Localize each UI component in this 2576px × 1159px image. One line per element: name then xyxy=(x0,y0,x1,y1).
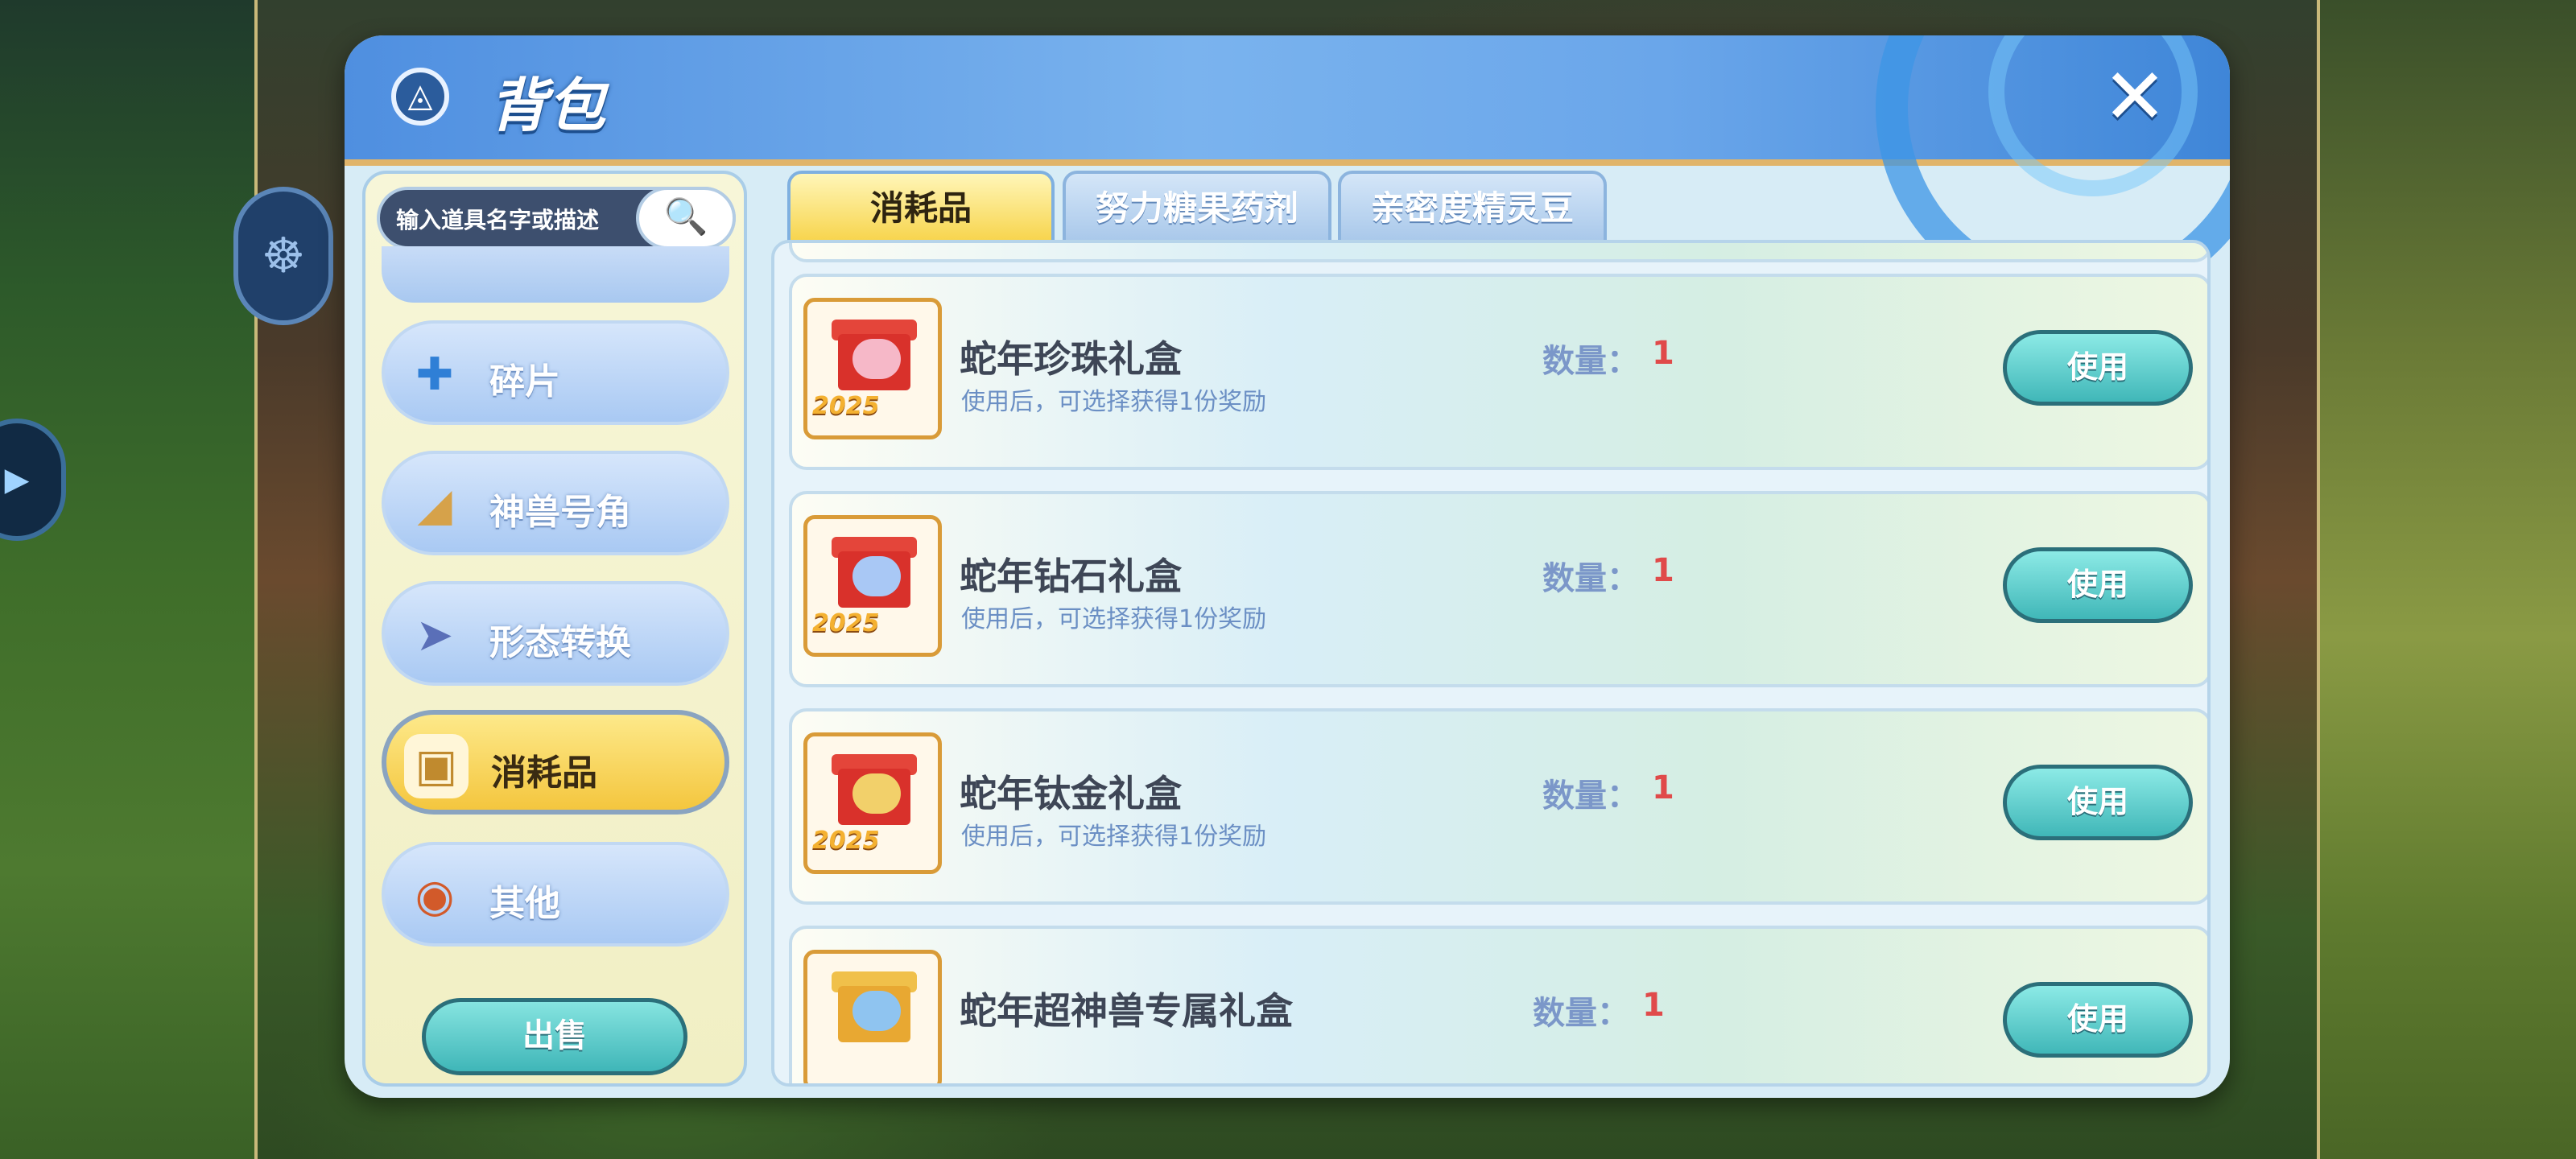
item-card: 2025 蛇年珍珠礼盒 使用后，可选择获得1份奖励 数量： 1 使用 xyxy=(789,274,2207,470)
quantity-value: 1 xyxy=(1652,335,1674,372)
window-header: ◬ 背包 ✕ xyxy=(345,35,2230,309)
category-item-consumables[interactable]: ▣ 消耗品 xyxy=(382,710,729,815)
bag-icon: ◬ xyxy=(391,68,449,126)
sell-button[interactable]: 出售 xyxy=(422,998,687,1075)
category-label: 消耗品 xyxy=(491,753,597,794)
category-item-transform[interactable]: ➤ 形态转换 xyxy=(382,581,729,686)
category-sidebar: 🔍 ✚ 碎片 ◢ 神兽号角 ➤ 形态转换 ▣ 消耗品 ◉ 其他 xyxy=(362,171,747,1087)
use-button[interactable]: 使用 xyxy=(2003,765,2193,840)
item-year-label: 2025 xyxy=(812,609,880,637)
category-item-partial[interactable] xyxy=(382,246,729,303)
category-label: 形态转换 xyxy=(489,622,631,663)
tab-affinity-beans[interactable]: 亲密度精灵豆 xyxy=(1338,171,1607,245)
item-name: 蛇年超神兽专属礼盒 xyxy=(960,989,1293,1033)
category-item-other[interactable]: ◉ 其他 xyxy=(382,842,729,947)
close-button[interactable]: ✕ xyxy=(2098,58,2172,135)
gift-box-icon: 2025 xyxy=(803,515,942,657)
item-name: 蛇年钻石礼盒 xyxy=(960,555,1182,598)
item-name: 蛇年珍珠礼盒 xyxy=(960,337,1182,381)
search-box: 🔍 xyxy=(377,187,736,250)
search-button[interactable]: 🔍 xyxy=(636,187,736,250)
background-right xyxy=(2318,0,2576,1159)
gift-box-icon xyxy=(803,950,942,1083)
gift-box-icon: 2025 xyxy=(803,732,942,874)
quantity-label: 数量： xyxy=(1542,560,1639,597)
item-year-label: 2025 xyxy=(812,827,880,855)
item-card-partial xyxy=(789,243,2207,262)
megaphone-icon: ◉ xyxy=(415,870,455,922)
use-button[interactable]: 使用 xyxy=(2003,982,2193,1058)
item-description: 使用后，可选择获得1份奖励 xyxy=(961,823,1267,851)
search-input[interactable] xyxy=(394,196,639,243)
search-icon: 🔍 xyxy=(663,196,708,237)
category-label: 神兽号角 xyxy=(489,492,631,533)
quantity-label: 数量： xyxy=(1542,777,1639,815)
box-icon: ▣ xyxy=(404,734,469,798)
divider xyxy=(254,0,258,1159)
category-item-fragments[interactable]: ✚ 碎片 xyxy=(382,320,729,425)
quantity-value: 1 xyxy=(1642,987,1665,1024)
use-button[interactable]: 使用 xyxy=(2003,330,2193,406)
quantity-value: 1 xyxy=(1652,769,1674,806)
horn-icon: ◢ xyxy=(417,479,452,531)
quantity-label: 数量： xyxy=(1542,343,1639,380)
tab-consumables[interactable]: 消耗品 xyxy=(787,171,1055,245)
window-title: 背包 xyxy=(489,72,606,139)
category-item-horn[interactable]: ◢ 神兽号角 xyxy=(382,451,729,555)
item-card: 2025 蛇年钛金礼盒 使用后，可选择获得1份奖励 数量： 1 使用 xyxy=(789,708,2207,905)
item-list[interactable]: 2025 蛇年珍珠礼盒 使用后，可选择获得1份奖励 数量： 1 使用 2025 … xyxy=(771,240,2211,1087)
puzzle-icon: ✚ xyxy=(415,349,454,401)
item-name: 蛇年钛金礼盒 xyxy=(960,772,1182,815)
item-description: 使用后，可选择获得1份奖励 xyxy=(961,605,1267,633)
gift-box-icon: 2025 xyxy=(803,298,942,439)
item-card: 2025 蛇年钻石礼盒 使用后，可选择获得1份奖励 数量： 1 使用 xyxy=(789,491,2207,687)
quantity-value: 1 xyxy=(1652,552,1674,589)
side-menu-icon[interactable]: ☸ xyxy=(233,187,333,325)
use-button[interactable]: 使用 xyxy=(2003,547,2193,623)
divider xyxy=(2317,0,2320,1159)
bag-window: ◬ 背包 ✕ 🔍 ✚ 碎片 ◢ 神兽号角 ➤ 形态转换 xyxy=(345,35,2230,1098)
item-card: 蛇年超神兽专属礼盒 数量： 1 使用 xyxy=(789,926,2207,1083)
background-left xyxy=(0,0,256,1159)
transform-icon: ➤ xyxy=(415,609,454,662)
category-label: 碎片 xyxy=(489,361,560,402)
quantity-label: 数量： xyxy=(1533,995,1629,1032)
tab-effort-candy[interactable]: 努力糖果药剂 xyxy=(1063,171,1331,245)
item-description: 使用后，可选择获得1份奖励 xyxy=(961,388,1267,416)
category-label: 其他 xyxy=(489,883,560,924)
item-year-label: 2025 xyxy=(812,392,880,420)
